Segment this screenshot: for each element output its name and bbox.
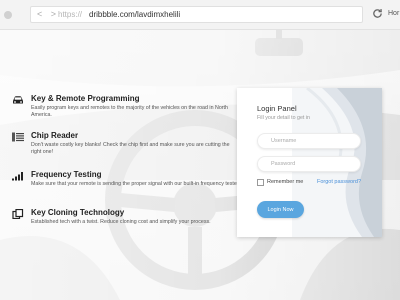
url-scheme: https:// xyxy=(58,10,83,19)
url-host: dribbble.com/lavdimxhelili xyxy=(89,10,181,19)
browser-toolbar: < > https:// dribbble.com/lavdimxhelili … xyxy=(0,0,400,30)
feature-description: Don't waste costly key blanks! Check the… xyxy=(31,142,230,156)
password-input[interactable] xyxy=(257,156,361,172)
feature-title: Chip Reader xyxy=(31,131,79,140)
forgot-password-link[interactable]: Forgot password? xyxy=(317,179,361,185)
feature-description: Established tech with a twist. Reduce cl… xyxy=(31,219,211,225)
nav-arrows-icon[interactable]: < > xyxy=(37,7,59,22)
feature-description: Make sure that your remote is sending th… xyxy=(31,181,240,187)
login-panel-subtitle: Fill your detail to get in xyxy=(257,115,310,121)
address-bar[interactable]: < > https:// dribbble.com/lavdimxhelili xyxy=(30,6,363,23)
reload-icon[interactable] xyxy=(372,8,383,19)
feature-title: Key & Remote Programming xyxy=(31,94,140,103)
window-dot-icon[interactable] xyxy=(4,11,12,19)
feature-title: Key Cloning Technology xyxy=(31,208,125,217)
login-panel: Login Panel Fill your detail to get in R… xyxy=(237,88,382,237)
chip-icon xyxy=(12,132,24,142)
login-button[interactable]: Login Now xyxy=(257,201,304,218)
signal-bars-icon xyxy=(12,172,23,181)
feature-title: Frequency Testing xyxy=(31,170,102,179)
username-input[interactable] xyxy=(257,133,361,149)
remember-me-checkbox[interactable] xyxy=(257,179,264,186)
car-icon xyxy=(13,96,23,104)
feature-description: Easily program keys and remotes to the m… xyxy=(31,105,228,119)
copy-icon xyxy=(12,209,24,219)
home-label[interactable]: Hor xyxy=(388,10,399,17)
remember-me-label[interactable]: Remember me xyxy=(267,179,303,185)
login-panel-title: Login Panel xyxy=(257,104,297,113)
